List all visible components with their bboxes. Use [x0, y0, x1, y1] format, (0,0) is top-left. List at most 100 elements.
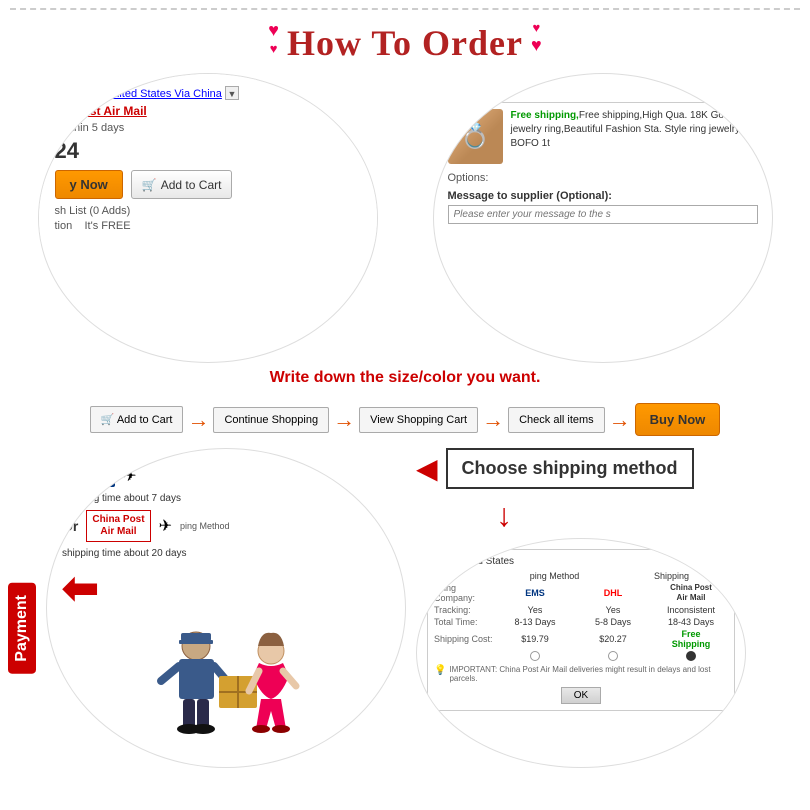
heart-icon-3: ♥ — [532, 20, 540, 35]
buy-now-step-button[interactable]: Buy Now — [635, 403, 721, 436]
company-row: pping Company: EMS DHL China PostAir Mai… — [434, 583, 728, 603]
dhl-tracking: Yes — [576, 605, 650, 615]
wishlist-line: sh List (0 Adds) — [55, 205, 361, 217]
delivery-line: t within 5 days — [55, 122, 361, 134]
shipping-table: United States ping Method Shipping pping… — [427, 549, 735, 711]
product-row: 99 💍 Free shipping,Free shipping,High Qu… — [448, 109, 758, 164]
shipping-label: Shipping — [615, 571, 728, 581]
step-view-cart: View Shopping Cart — [359, 407, 478, 433]
china-post-time: 18-43 Days — [654, 617, 728, 627]
page-title: How To Order — [287, 12, 523, 64]
china-post-radio-icon[interactable] — [686, 651, 696, 661]
right-lower-section: ◀ Choose shipping method ↓ United States — [416, 448, 746, 768]
ok-button[interactable]: OK — [561, 687, 601, 704]
delivery-scene — [62, 621, 390, 751]
or-text: Or — [62, 518, 78, 534]
protection-value: It's FREE — [84, 220, 130, 232]
top-border — [10, 8, 800, 10]
options-label: Options: — [448, 172, 758, 184]
choose-shipping-row: ◀ Choose shipping method — [416, 448, 694, 489]
arrow-4-icon: → — [609, 407, 631, 433]
ems-radio[interactable] — [498, 651, 572, 661]
radio-row — [434, 651, 728, 661]
china-post-tracking: Inconsistent — [654, 605, 728, 615]
plane-icon-2: ✈ — [159, 516, 172, 536]
product-description: Free shipping,Free shipping,High Qua. 18… — [511, 109, 758, 164]
message-label: Message to supplier (Optional): — [448, 190, 758, 202]
add-to-cart-label: Add to Cart — [161, 178, 222, 192]
product-page-circle: hipping to United States Via China ▼ Pos… — [38, 73, 378, 363]
cart-step-icon: 🛒 — [101, 414, 115, 426]
heart-icon-1: ♥ — [268, 20, 279, 41]
tracking-row: Tracking: Yes Yes Inconsistent — [434, 605, 728, 615]
shipping-to-label: hipping to — [55, 88, 103, 100]
check-items-button[interactable]: Check all items — [508, 407, 605, 433]
step-continue-shopping: Continue Shopping — [213, 407, 329, 433]
action-buttons: y Now 🛒 Add to Cart — [55, 170, 361, 199]
important-note: 💡 IMPORTANT: China Post Air Mail deliver… — [434, 665, 728, 683]
ems-radio-icon[interactable] — [530, 651, 540, 661]
total-time-label: Total Time: — [434, 617, 494, 627]
right-hearts: ♥ ♥ — [531, 20, 542, 56]
add-to-cart-step-button[interactable]: 🛒 Add to Cart — [90, 406, 184, 433]
arrow-1-icon: → — [187, 407, 209, 433]
china-post-cost: FreeShipping — [654, 629, 728, 649]
write-down-text: Write down the size/color you want. — [0, 369, 810, 387]
buy-now-button[interactable]: y Now — [55, 170, 123, 199]
arrow-2-icon: → — [333, 407, 355, 433]
order-form-circle: Product(s) 99 💍 Free shipping,Free shipp… — [433, 73, 773, 363]
continue-shopping-button[interactable]: Continue Shopping — [213, 407, 329, 433]
shipping-options-circle: ▶ EMS ✈ shipping time about 7 days Or Ch… — [46, 448, 406, 768]
payment-label: Payment — [8, 583, 36, 674]
step-buy-now: Buy Now — [635, 403, 721, 436]
view-cart-button[interactable]: View Shopping Cart — [359, 407, 478, 433]
dropdown-arrow-icon[interactable]: ▼ — [225, 86, 239, 100]
left-hearts: ♥ ♥ — [268, 20, 279, 56]
method-shipping-labels: ping Method Shipping — [434, 571, 728, 581]
cost-label: Shipping Cost: — [434, 634, 494, 644]
protection-line: tion It's FREE — [55, 220, 361, 232]
step-check-items: Check all items — [508, 407, 605, 433]
ems-shipping-time: shipping time about 7 days — [62, 493, 390, 504]
important-text: IMPORTANT: China Post Air Mail deliverie… — [449, 665, 728, 683]
important-label-row: 💡 IMPORTANT: China Post Air Mail deliver… — [434, 665, 728, 683]
protection-label: tion — [55, 220, 73, 232]
title-row: ♥ ♥ How To Order ♥ ♥ — [0, 0, 810, 68]
product-image: 99 💍 — [448, 109, 503, 164]
delivery-svg — [141, 621, 311, 751]
company-row-label: pping Company: — [434, 583, 494, 603]
arrow-3-icon: → — [482, 407, 504, 433]
page: ♥ ♥ How To Order ♥ ♥ hipping to United S… — [0, 0, 810, 810]
ems-company: EMS — [498, 588, 572, 598]
order-form-content: Product(s) 99 💍 Free shipping,Free shipp… — [434, 74, 772, 234]
dhl-radio-icon[interactable] — [608, 651, 618, 661]
message-input[interactable] — [448, 205, 758, 224]
china-post-row: Or China PostAir Mail ✈ ping Method — [62, 510, 390, 542]
add-to-cart-button[interactable]: 🛒 Add to Cart — [131, 170, 233, 199]
product-badge: 99 — [444, 105, 462, 123]
cart-icon: 🛒 — [142, 178, 157, 192]
bulb-icon: 💡 — [434, 665, 446, 676]
free-shipping-label: Free shipping, — [511, 110, 579, 121]
cost-row: Shipping Cost: $19.79 $20.27 FreeShippin… — [434, 629, 728, 649]
dhl-time: 5-8 Days — [576, 617, 650, 627]
plane-icon-1: ✈ — [123, 466, 136, 486]
choose-shipping-label: Choose shipping method — [446, 448, 694, 489]
heart-icon-4: ♥ — [531, 35, 542, 56]
china-post-radio[interactable] — [654, 651, 728, 661]
ems-arrow-icon: ▶ — [68, 467, 79, 484]
top-section: hipping to United States Via China ▼ Pos… — [0, 73, 810, 363]
step-add-to-cart: 🛒 Add to Cart — [90, 406, 184, 433]
table-header: United States — [434, 556, 728, 567]
ems-time: 8-13 Days — [498, 617, 572, 627]
product-page-content: hipping to United States Via China ▼ Pos… — [39, 74, 377, 244]
ping-method-label: ping Method — [180, 521, 230, 531]
products-header: Product(s) — [448, 84, 758, 103]
post-air-label[interactable]: Post Air Mail — [75, 104, 361, 118]
shipping-destination[interactable]: United States Via China — [105, 88, 222, 100]
ems-cost: $19.79 — [498, 634, 572, 644]
dhl-company: DHL — [576, 588, 650, 598]
dhl-radio[interactable] — [576, 651, 650, 661]
steps-bar: 🛒 Add to Cart → Continue Shopping → View… — [0, 395, 810, 444]
ems-tracking: Yes — [498, 605, 572, 615]
